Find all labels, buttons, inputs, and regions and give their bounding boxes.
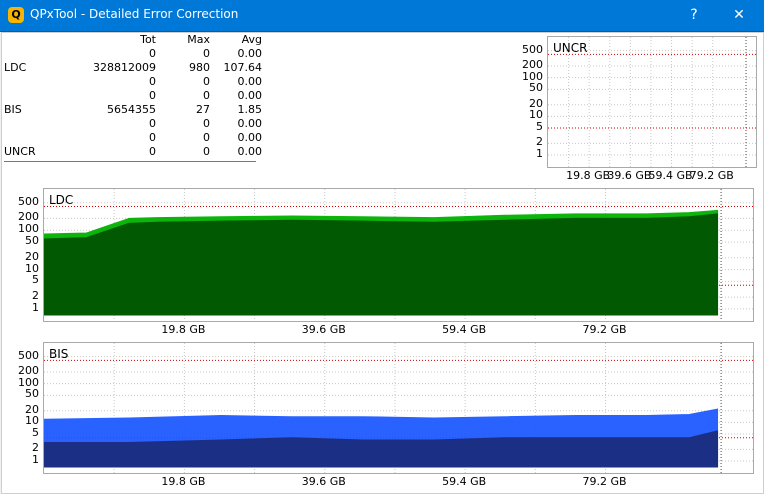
max-value: 0: [203, 75, 210, 88]
avg-value: 1.85: [237, 103, 263, 116]
x-tick-label: 59.4 GB: [648, 169, 693, 182]
avg-value: 0.00: [237, 145, 263, 158]
uncr-plot-area: UNCR: [547, 36, 757, 168]
window-title: QPxTool - Detailed Error Correction: [30, 7, 239, 21]
table-row: UNCR 0 0 0.00: [2, 145, 264, 159]
y-tick-label: 5: [32, 425, 39, 439]
max-value: 0: [203, 145, 210, 158]
x-tick-label: 79.2 GB: [689, 169, 734, 182]
stats-table: Tot Max Avg 0 0 0.00 LDC 328812009 980 107.64…: [2, 33, 264, 159]
x-tick-label: 19.8 GB: [161, 475, 206, 488]
ldc-plot: [44, 189, 753, 321]
title-bar: Q QPxTool - Detailed Error Correction ? …: [0, 0, 764, 32]
max-value: 0: [203, 47, 210, 60]
table-row: LDC 328812009 980 107.64: [2, 61, 264, 75]
tot-value: 0: [149, 75, 156, 88]
stats-header-avg: Avg: [241, 33, 262, 46]
avg-value: 0.00: [237, 117, 263, 130]
table-row: BIS 5654355 27 1.85: [2, 103, 264, 117]
x-tick-label: 79.2 GB: [582, 475, 627, 488]
series-area-1: [44, 213, 719, 316]
tot-value: 0: [149, 131, 156, 144]
x-tick-label: 39.6 GB: [301, 475, 346, 488]
table-row: 0 0 0.00: [2, 117, 264, 131]
ldc-title: LDC: [49, 193, 74, 207]
stats-header-row: Tot Max Avg: [2, 33, 264, 47]
x-tick-label: 19.8 GB: [566, 169, 611, 182]
y-tick-label: 1: [536, 147, 543, 160]
x-tick-label: 19.8 GB: [161, 323, 206, 336]
tot-value: 0: [149, 89, 156, 102]
tot-value: 0: [149, 47, 156, 60]
y-tick-label: 50: [25, 234, 39, 248]
table-row: 0 0 0.00: [2, 131, 264, 145]
help-button[interactable]: ?: [680, 4, 708, 26]
row-label: [2, 131, 66, 145]
table-row: 0 0 0.00: [2, 75, 264, 89]
stats-header-label: [2, 33, 66, 47]
qpxtool-logo-icon: Q: [8, 7, 24, 23]
y-tick-label: 5: [32, 273, 39, 287]
ldc-plot-area: LDC: [43, 188, 754, 322]
x-tick-label: 39.6 GB: [607, 169, 652, 182]
max-value: 980: [189, 61, 210, 74]
bis-chart: BIS 500 200 100 50 20 10 5 2 1 19.8 GB 39.6 GB 59.…: [4, 340, 756, 492]
y-tick-label: 50: [529, 81, 543, 95]
tot-value: 0: [149, 117, 156, 130]
row-label: BIS: [4, 103, 22, 116]
y-tick-label: 1: [32, 300, 39, 314]
table-row: 0 0 0.00: [2, 89, 264, 103]
ldc-chart: LDC 500 200 100 50 20 10 5 2 1 19.8 GB 39.6 GB 59.…: [4, 186, 756, 338]
y-tick-label: 500: [18, 194, 39, 208]
bis-plot: [44, 343, 753, 473]
tot-value: 0: [149, 145, 156, 158]
uncr-title: UNCR: [553, 41, 588, 55]
max-value: 0: [203, 131, 210, 144]
close-button[interactable]: ✕: [725, 4, 753, 26]
avg-value: 107.64: [223, 61, 263, 74]
max-value: 27: [196, 103, 210, 116]
y-tick-label: 5: [536, 119, 543, 133]
row-label: [2, 89, 66, 103]
stats-header-tot: Tot: [140, 33, 156, 46]
bis-plot-area: BIS: [43, 342, 754, 474]
y-tick-label: 500: [18, 348, 39, 362]
avg-value: 0.00: [237, 75, 263, 88]
stats-header-max: Max: [187, 33, 210, 46]
x-tick-label: 39.6 GB: [301, 323, 346, 336]
row-label: [2, 47, 66, 61]
avg-value: 0.00: [237, 89, 263, 102]
row-label: LDC: [4, 61, 27, 74]
table-row: 0 0 0.00: [2, 47, 264, 61]
avg-value: 0.00: [237, 131, 263, 144]
row-label: UNCR: [4, 145, 36, 158]
max-value: 0: [203, 117, 210, 130]
x-tick-label: 59.4 GB: [442, 475, 487, 488]
avg-value: 0.00: [237, 47, 263, 60]
stats-divider: [4, 161, 256, 162]
x-tick-label: 79.2 GB: [582, 323, 627, 336]
x-tick-label: 59.4 GB: [442, 323, 487, 336]
max-value: 0: [203, 89, 210, 102]
y-tick-label: 50: [25, 387, 39, 401]
tot-value: 5654355: [107, 103, 156, 116]
uncr-chart: UNCR 500 200 100 50 20 10 5 2 1 19.8 GB 39.6 GB 59…: [520, 34, 758, 184]
y-tick-label: 500: [522, 42, 543, 56]
tot-value: 328812009: [93, 61, 156, 74]
row-label: [2, 75, 66, 89]
y-tick-label: 1: [32, 453, 39, 466]
row-label: [2, 117, 66, 131]
bis-title: BIS: [49, 347, 69, 361]
uncr-plot: [548, 37, 756, 167]
